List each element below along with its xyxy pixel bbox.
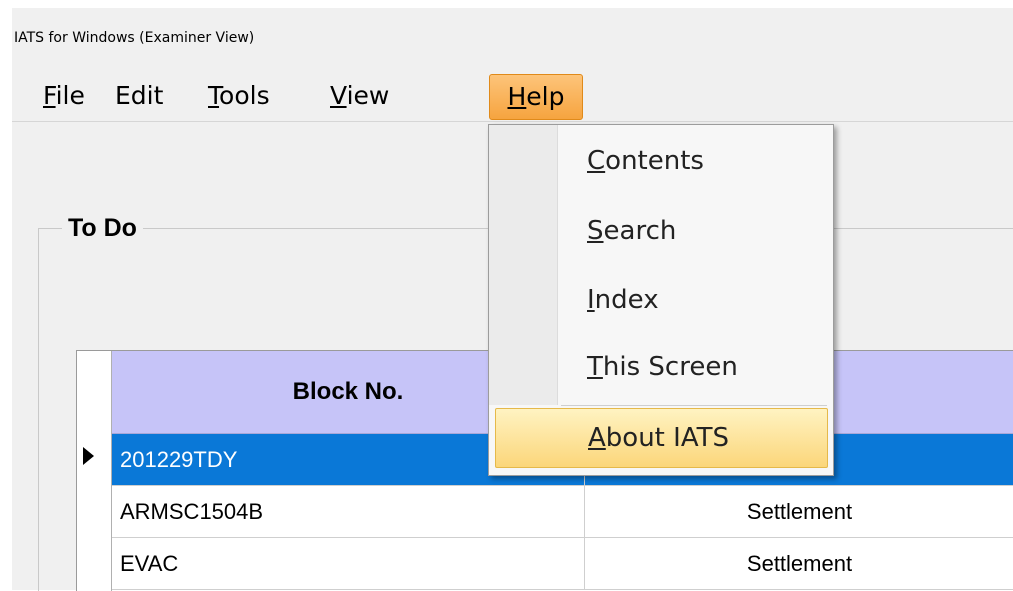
- menu-item-search-label: earch: [603, 216, 677, 246]
- menu-item-this-screen[interactable]: This Screen: [489, 333, 833, 401]
- menu-bar: File Edit Tools View Help: [12, 68, 1013, 122]
- menu-item-contents-label: ontents: [605, 146, 704, 176]
- menu-item-contents-mnemonic: C: [587, 146, 606, 176]
- menu-tools[interactable]: Tools: [208, 74, 270, 118]
- menu-file[interactable]: File: [43, 74, 85, 118]
- menu-edit[interactable]: Edit: [115, 74, 163, 118]
- cell-type: Settlement: [584, 538, 1013, 589]
- menu-item-index-mnemonic: I: [587, 285, 595, 315]
- menu-item-this-screen-mnemonic: T: [587, 352, 603, 382]
- menu-help-mnemonic: H: [507, 82, 527, 111]
- menu-item-search[interactable]: Search: [489, 197, 833, 265]
- menu-edit-label: Edit: [115, 81, 164, 110]
- menu-help[interactable]: Help: [489, 74, 583, 120]
- menu-item-this-screen-label: his Screen: [602, 352, 738, 382]
- help-dropdown-menu: Contents Search Index This Screen About …: [488, 124, 834, 476]
- menu-item-about-iats[interactable]: About IATS: [495, 408, 828, 468]
- menu-file-mnemonic: F: [43, 81, 56, 110]
- window-title: IATS for Windows (Examiner View): [14, 30, 255, 46]
- todo-group-title: To Do: [62, 214, 143, 243]
- current-row-arrow-icon: [83, 447, 94, 465]
- menu-view[interactable]: View: [330, 74, 389, 118]
- menu-item-index-label: ndex: [594, 285, 659, 315]
- table-row[interactable]: ARMSC1504B Settlement: [112, 486, 1013, 538]
- menu-item-about-mnemonic: A: [588, 423, 606, 453]
- menu-view-mnemonic: V: [330, 81, 347, 110]
- menu-separator: [561, 405, 827, 406]
- menu-item-search-mnemonic: S: [587, 216, 604, 246]
- cell-block-no: ARMSC1504B: [120, 499, 264, 524]
- menu-tools-mnemonic: T: [208, 81, 220, 110]
- menu-file-label: ile: [55, 81, 85, 110]
- menu-item-index[interactable]: Index: [489, 266, 833, 334]
- menu-tools-label: ools: [219, 81, 270, 110]
- menu-help-label: elp: [526, 82, 565, 111]
- menu-item-about-label: bout IATS: [605, 423, 729, 453]
- menu-item-contents[interactable]: Contents: [489, 127, 833, 195]
- cell-type: Settlement: [584, 486, 1013, 537]
- table-row[interactable]: EVAC Settlement: [112, 538, 1013, 590]
- cell-block-no: EVAC: [120, 551, 179, 576]
- row-indicator-column: [77, 351, 112, 591]
- menu-view-label: iew: [346, 81, 390, 110]
